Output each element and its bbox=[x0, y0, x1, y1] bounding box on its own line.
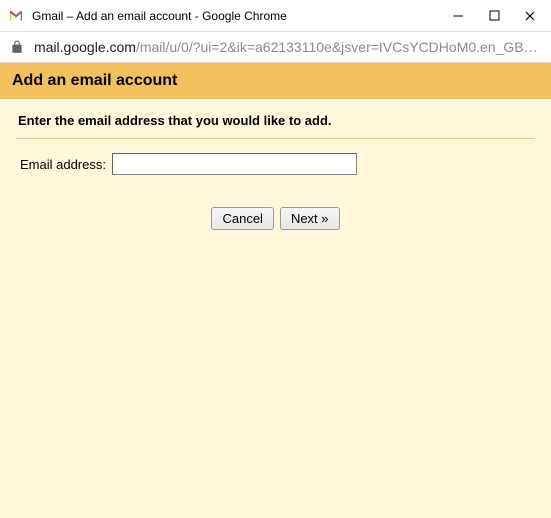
page-body: Enter the email address that you would l… bbox=[0, 99, 551, 230]
cancel-button[interactable]: Cancel bbox=[211, 207, 273, 230]
button-row: Cancel Next » bbox=[16, 207, 535, 230]
window-title: Gmail – Add an email account - Google Ch… bbox=[32, 9, 451, 23]
window-titlebar: Gmail – Add an email account - Google Ch… bbox=[0, 0, 551, 32]
address-bar[interactable]: mail.google.com/mail/u/0/?ui=2&ik=a62133… bbox=[0, 32, 551, 62]
maximize-button[interactable] bbox=[487, 9, 501, 23]
divider bbox=[16, 138, 535, 139]
email-row: Email address: bbox=[16, 153, 535, 175]
url-path: /mail/u/0/?ui=2&ik=a62133110e&jsver=IVCs… bbox=[136, 39, 538, 55]
close-button[interactable] bbox=[523, 9, 537, 23]
next-button[interactable]: Next » bbox=[280, 207, 340, 230]
lock-icon bbox=[10, 40, 24, 54]
instruction-text: Enter the email address that you would l… bbox=[16, 109, 535, 138]
url-host: mail.google.com bbox=[34, 39, 136, 55]
page-content: Add an email account Enter the email add… bbox=[0, 62, 551, 518]
minimize-button[interactable] bbox=[451, 9, 465, 23]
url-text: mail.google.com/mail/u/0/?ui=2&ik=a62133… bbox=[34, 39, 541, 55]
email-label: Email address: bbox=[20, 157, 106, 172]
gmail-icon bbox=[8, 8, 24, 24]
email-input[interactable] bbox=[112, 153, 357, 175]
window-controls bbox=[451, 9, 543, 23]
page-title: Add an email account bbox=[0, 63, 551, 99]
